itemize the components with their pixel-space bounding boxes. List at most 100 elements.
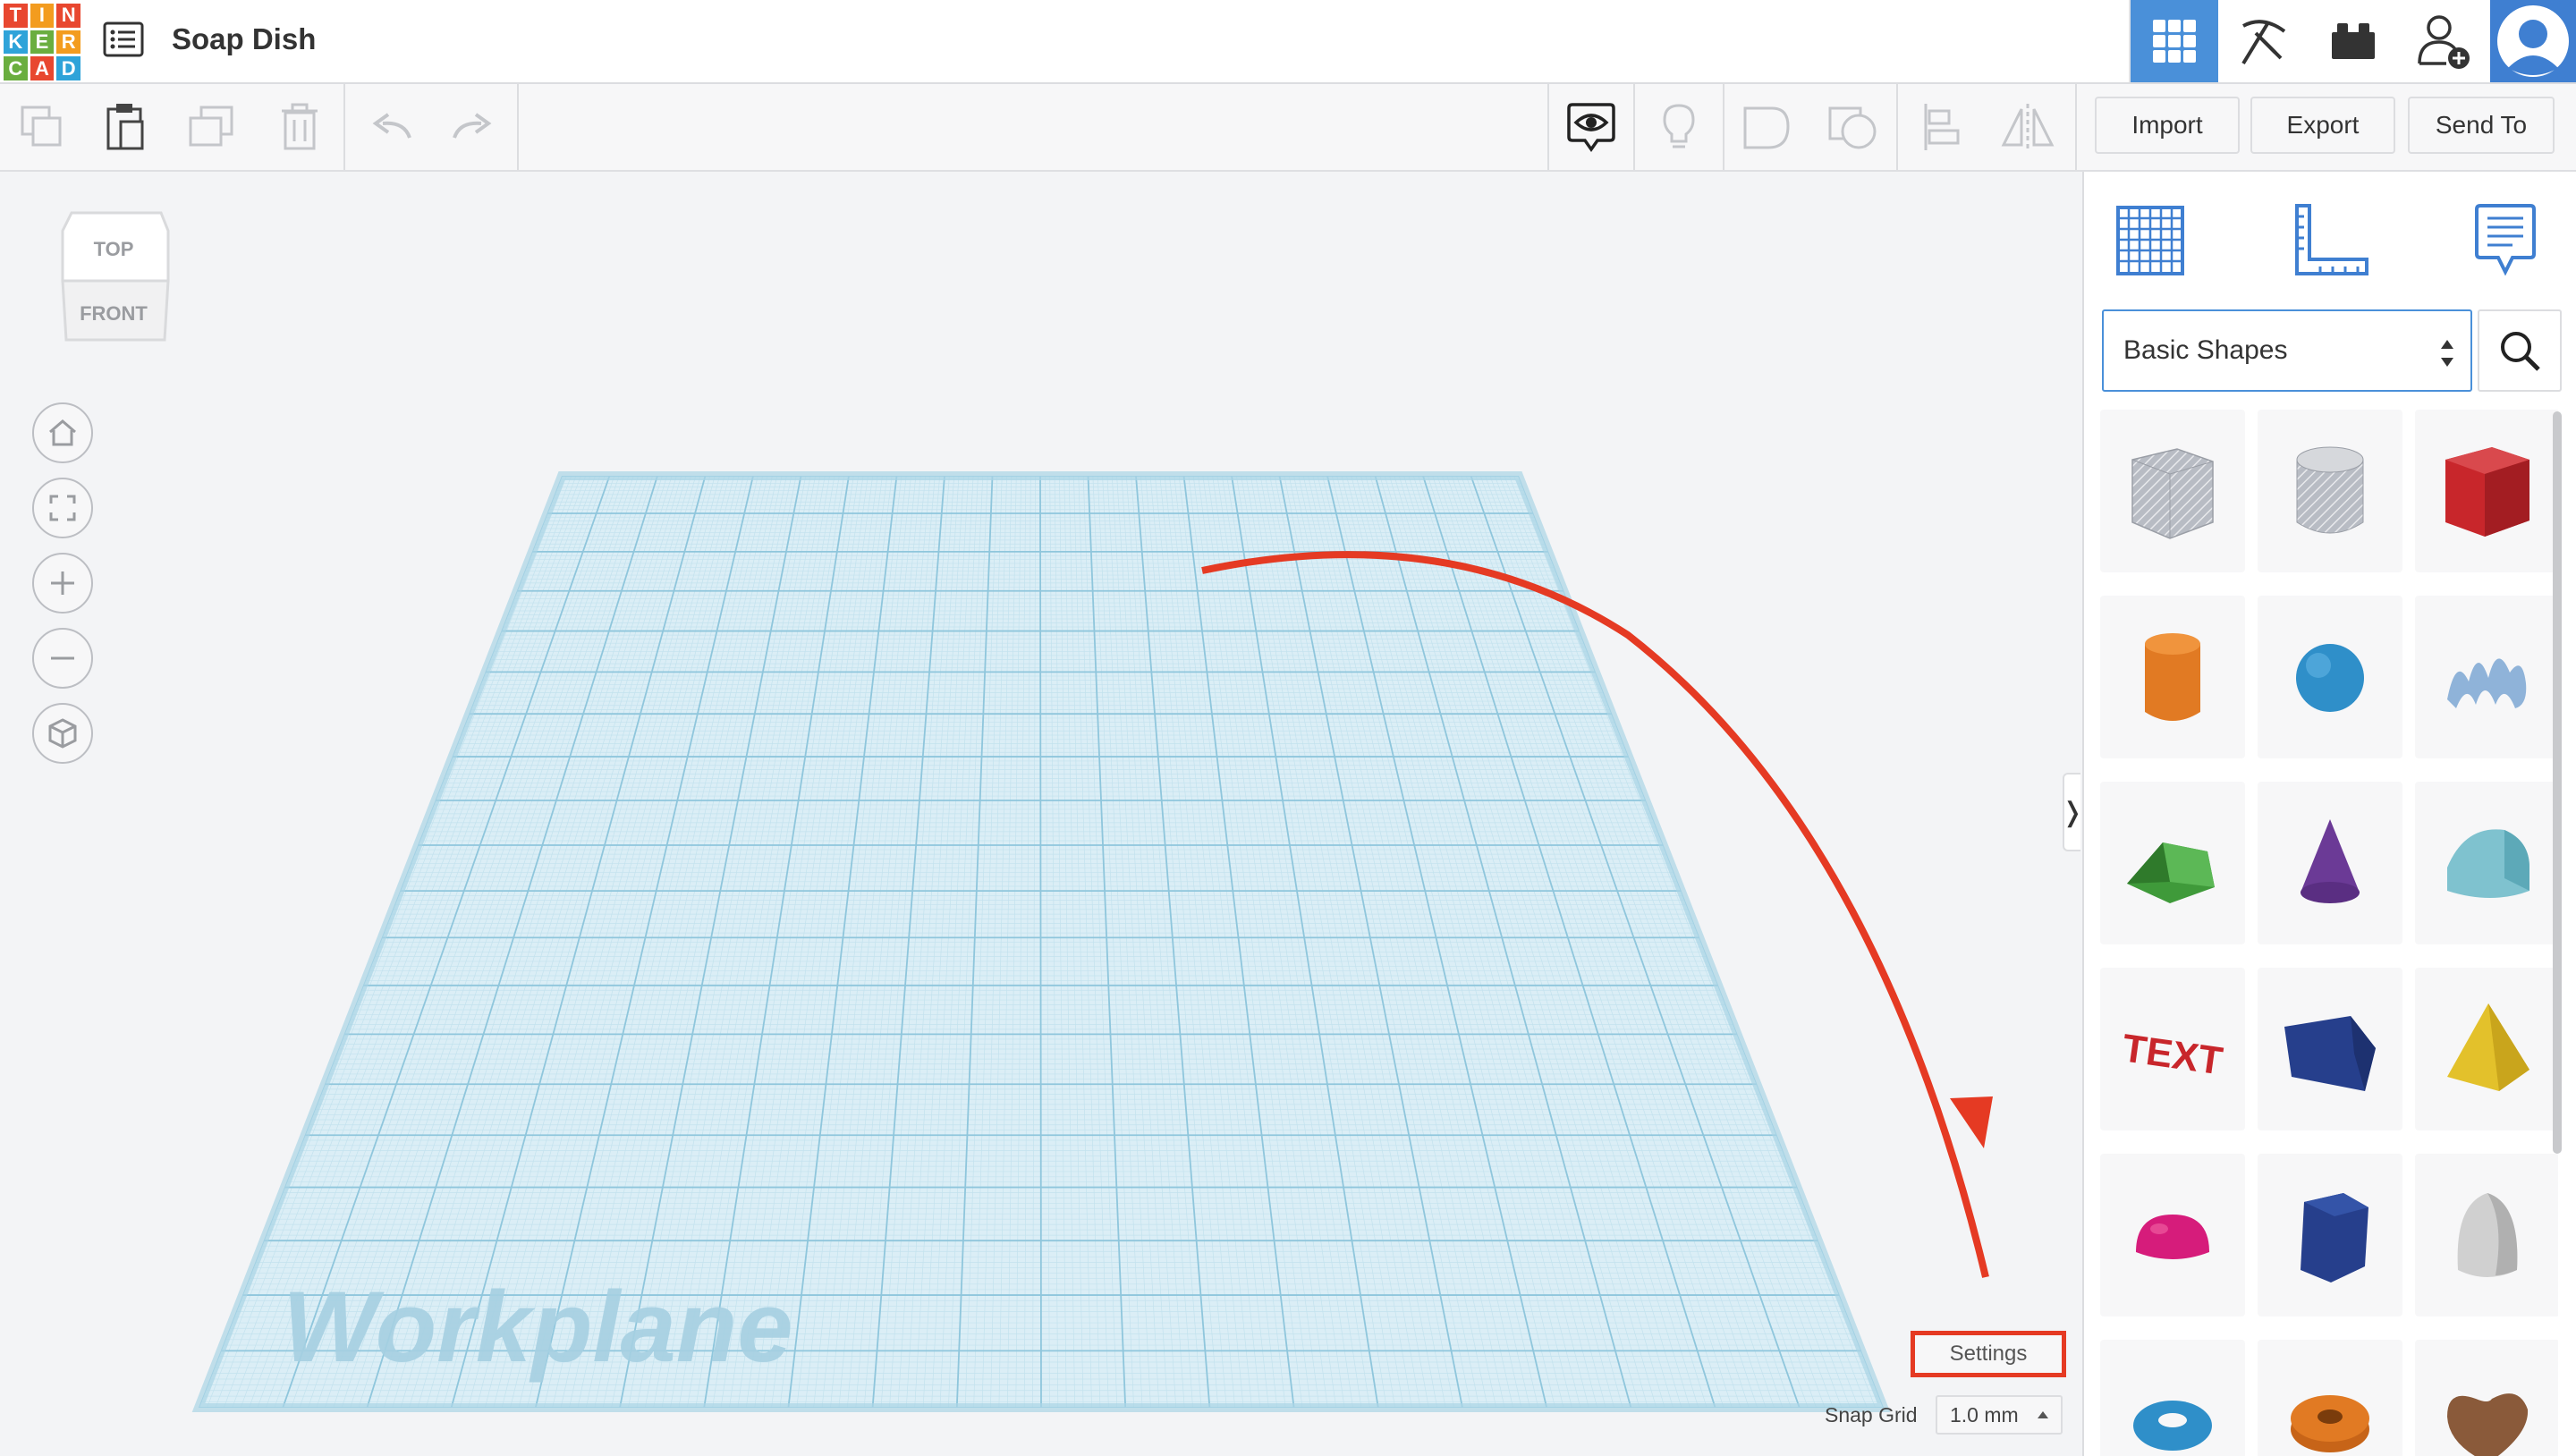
logo-letter: C	[4, 56, 28, 80]
logo-letter: K	[4, 30, 28, 55]
shape-paraboloid[interactable]	[2415, 1154, 2558, 1316]
home-view-button[interactable]	[32, 402, 93, 463]
copy-button[interactable]	[0, 84, 84, 170]
svg-text:TEXT: TEXT	[2120, 1026, 2225, 1083]
delete-button[interactable]	[258, 84, 342, 170]
hexagonal-prism-icon	[2301, 1193, 2368, 1282]
tube-icon	[2291, 1395, 2369, 1452]
align-button[interactable]	[1900, 84, 1984, 170]
zoom-in-button[interactable]	[32, 553, 93, 614]
export-button[interactable]: Export	[2250, 97, 2395, 154]
3d-viewport[interactable]: Workplane TOP FRONT Settings Snap Grid 1…	[0, 172, 2080, 1456]
mirror-button[interactable]	[1986, 84, 2070, 170]
workplane-tool-button[interactable]	[2100, 195, 2199, 284]
snap-grid-select[interactable]: 1.0 mm	[1936, 1395, 2063, 1435]
import-button[interactable]: Import	[2095, 97, 2240, 154]
undo-button[interactable]	[349, 84, 433, 170]
cylinder-icon	[2145, 633, 2200, 721]
notes-button[interactable]	[2456, 195, 2555, 284]
shape-scribble[interactable]	[2415, 596, 2558, 758]
shape-cylinder-hole[interactable]	[2258, 410, 2402, 572]
shapes-scrollbar[interactable]	[2553, 411, 2562, 1154]
ungroup-icon	[1828, 106, 1877, 149]
sphere-icon	[2296, 644, 2364, 712]
design-title[interactable]: Soap Dish	[172, 20, 316, 59]
box-hole-icon	[2131, 448, 2214, 539]
align-icon	[1924, 104, 1960, 150]
ungroup-button[interactable]	[1810, 84, 1894, 170]
group-button[interactable]	[1724, 84, 1809, 170]
cylinder-hole-icon	[2296, 446, 2364, 534]
build-button[interactable]	[2220, 0, 2308, 82]
workplane[interactable]: Workplane	[0, 172, 2080, 1456]
shape-polygon[interactable]	[2258, 968, 2402, 1130]
logo-letter: A	[30, 56, 55, 80]
scribble-icon	[2447, 658, 2527, 708]
ruler-button[interactable]	[2283, 195, 2381, 284]
divider	[1633, 84, 1635, 170]
send-to-button[interactable]: Send To	[2408, 97, 2555, 154]
shape-roof[interactable]	[2100, 782, 2245, 944]
fit-view-button[interactable]	[32, 478, 93, 538]
text-icon: TEXT	[2120, 1026, 2225, 1083]
list-icon	[103, 21, 144, 57]
shape-box[interactable]	[2415, 410, 2558, 572]
3d-view-button[interactable]	[2131, 0, 2218, 82]
ruler-icon	[2295, 204, 2368, 275]
shape-text[interactable]: TEXT	[2100, 968, 2245, 1130]
shape-heart[interactable]	[2415, 1340, 2558, 1456]
shape-half-sphere[interactable]	[2100, 1154, 2245, 1316]
show-all-icon	[1567, 103, 1615, 153]
settings-button[interactable]: Settings	[1911, 1331, 2066, 1377]
collapse-panel-button[interactable]: ❭	[2061, 773, 2080, 851]
perspective-button[interactable]	[32, 703, 93, 764]
logo-letter: D	[56, 56, 80, 80]
roof-icon	[2127, 842, 2215, 903]
design-list-button[interactable]	[100, 18, 147, 61]
cone-icon	[2301, 819, 2360, 903]
torus-icon	[2133, 1401, 2212, 1451]
view-cube[interactable]: TOP FRONT	[54, 209, 174, 352]
shape-torus[interactable]	[2100, 1340, 2245, 1456]
add-user-button[interactable]	[2399, 0, 2487, 82]
shape-box-hole[interactable]	[2100, 410, 2245, 572]
logo-letter: T	[4, 4, 28, 28]
shape-sphere[interactable]	[2258, 596, 2402, 758]
workplane-tool-icon	[2116, 206, 2184, 275]
box-icon	[2445, 447, 2529, 537]
divider	[517, 84, 519, 170]
tinkercad-logo[interactable]: T I N K E R C A D	[4, 4, 80, 80]
mirror-icon	[2001, 104, 2055, 150]
view-cube-top-label[interactable]: TOP	[94, 238, 134, 260]
logo-letter: E	[30, 30, 55, 55]
paste-button[interactable]	[84, 84, 168, 170]
workplane-label: Workplane	[283, 1271, 793, 1383]
view-cube-icon: TOP FRONT	[61, 211, 170, 342]
undo-icon	[372, 113, 411, 139]
shape-tube[interactable]	[2258, 1340, 2402, 1456]
bricks-button[interactable]	[2309, 0, 2397, 82]
redo-button[interactable]	[431, 84, 515, 170]
notes-light-button[interactable]	[1637, 84, 1721, 170]
show-all-button[interactable]	[1549, 84, 1633, 170]
zoom-out-button[interactable]	[32, 628, 93, 689]
perspective-icon	[48, 718, 77, 749]
user-avatar[interactable]	[2490, 0, 2576, 82]
duplicate-button[interactable]	[170, 84, 254, 170]
search-button[interactable]	[2478, 309, 2562, 392]
redo-icon	[453, 113, 492, 139]
pickaxe-icon	[2241, 20, 2286, 65]
snap-grid-value: 1.0 mm	[1950, 1402, 2019, 1426]
shape-hexagonal-prism[interactable]	[2258, 1154, 2402, 1316]
shape-round-roof[interactable]	[2415, 782, 2558, 944]
view-cube-front-label[interactable]: FRONT	[80, 302, 148, 325]
shape-library-select[interactable]: Basic Shapes	[2102, 309, 2472, 392]
shape-pyramid[interactable]	[2415, 968, 2558, 1130]
shape-cone[interactable]	[2258, 782, 2402, 944]
shape-cylinder[interactable]	[2100, 596, 2245, 758]
duplicate-icon	[189, 106, 233, 147]
paste-icon	[106, 104, 144, 150]
zoom-out-icon	[51, 656, 74, 660]
snap-grid-label: Snap Grid	[1825, 1403, 1918, 1426]
annotation-arrowhead	[1950, 1096, 1993, 1148]
